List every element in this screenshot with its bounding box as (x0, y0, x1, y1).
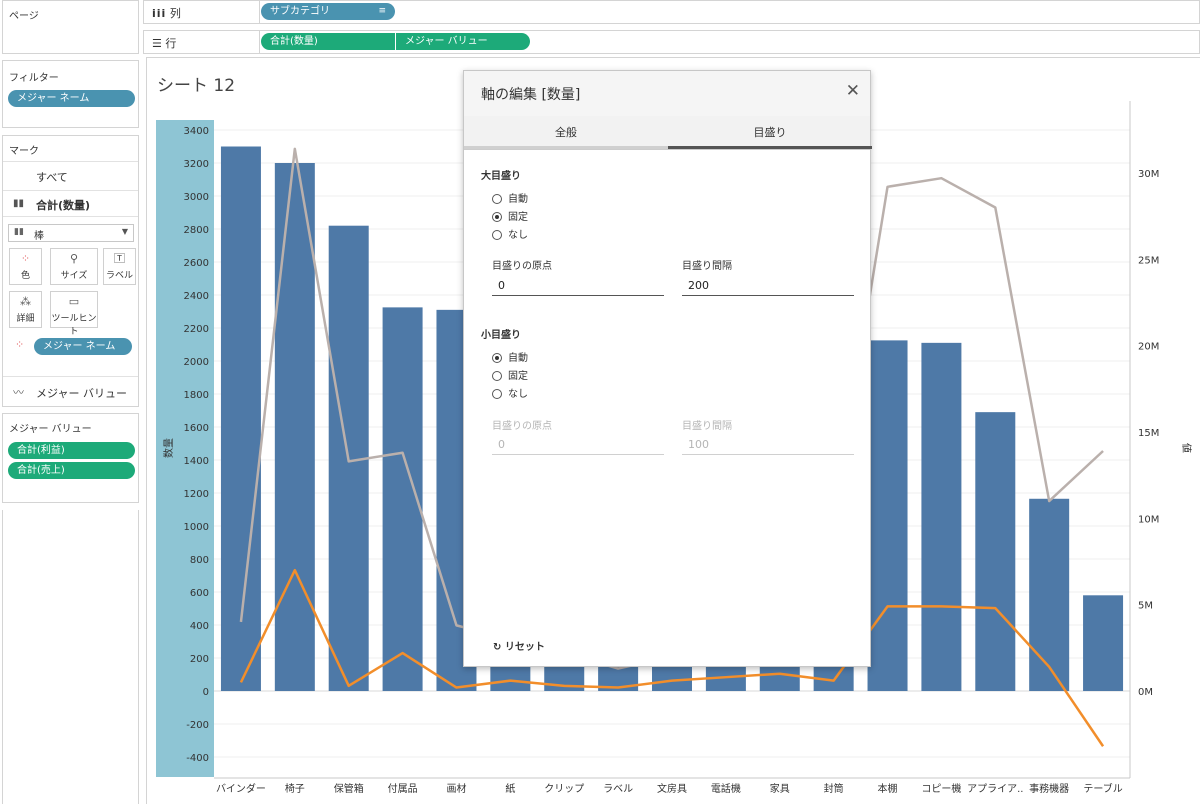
left-tick-label: 1000 (184, 522, 209, 533)
bar[interactable] (220, 146, 261, 692)
x-tick-label[interactable]: 画材 (446, 782, 466, 795)
left-tick-label: 2800 (184, 225, 209, 236)
major-origin-input[interactable]: 0 (492, 275, 664, 296)
x-tick-label[interactable]: アプライア.. (967, 783, 1023, 795)
major-radio-auto-label: 自動 (508, 194, 528, 205)
right-axis-label[interactable]: 値 (1180, 443, 1193, 453)
bar[interactable] (975, 412, 1016, 691)
left-tick-label: 1200 (184, 489, 209, 500)
reset-button[interactable]: ↻ リセット (493, 638, 545, 653)
reset-label: リセット (504, 642, 545, 653)
minor-radio-none-label: なし (508, 389, 528, 400)
right-tick-label: 5M (1138, 601, 1153, 612)
left-tick-label: 3000 (184, 192, 209, 203)
dialog-header: 軸の編集 [数量] ✕ (464, 71, 870, 116)
x-tick-label[interactable]: コピー機 (921, 782, 961, 795)
minor-ticks-title: 小目盛り (481, 330, 521, 341)
minor-radio-none[interactable]: なし (492, 388, 528, 402)
left-tick-label: 600 (190, 588, 209, 599)
radio-selected-icon (492, 353, 502, 363)
x-tick-label[interactable]: 電話機 (711, 782, 741, 795)
right-tick-label: 15M (1138, 428, 1159, 439)
x-tick-label[interactable]: 事務機器 (1029, 782, 1069, 795)
bar[interactable] (274, 163, 315, 691)
major-radio-fixed-label: 固定 (508, 212, 528, 223)
minor-radio-fixed-label: 固定 (508, 371, 528, 382)
close-icon[interactable]: ✕ (846, 81, 860, 101)
x-tick-label[interactable]: 紙 (505, 782, 515, 795)
radio-circle-icon (492, 230, 502, 240)
x-tick-label[interactable]: 付属品 (388, 782, 418, 795)
tab-general[interactable]: 全般 (464, 116, 668, 149)
major-origin-label: 目盛りの原点 (492, 261, 552, 272)
x-axis-ticks: バインダー 椅子 保管箱 付属品 画材 紙 クリップ ラベル 文房具 電話機 家具 封筒 本棚 コピー機ア… (216, 782, 1123, 795)
left-tick-label: -400 (186, 753, 209, 764)
major-interval-label: 目盛り間隔 (682, 261, 732, 272)
minor-interval-label: 目盛り間隔 (682, 421, 732, 432)
major-radio-auto[interactable]: 自動 (492, 193, 528, 207)
reset-icon: ↻ (493, 642, 502, 653)
x-tick-label[interactable]: 文房具 (657, 782, 687, 795)
x-tick-label[interactable]: 椅子 (285, 782, 305, 795)
left-tick-label: 1800 (184, 390, 209, 401)
right-axis-ticks: 30M 25M 20M 15M 10M 5M 0M (1138, 169, 1159, 698)
dialog-title: 軸の編集 [数量] (481, 87, 581, 103)
tab-tick-marks[interactable]: 目盛り (668, 116, 872, 149)
left-tick-label: 0 (203, 687, 209, 698)
major-interval-input[interactable]: 200 (682, 275, 854, 296)
right-tick-label: 30M (1138, 169, 1159, 180)
x-tick-label[interactable]: 家具 (770, 782, 790, 795)
minor-origin-label: 目盛りの原点 (492, 421, 552, 432)
left-tick-label: 1600 (184, 423, 209, 434)
left-tick-label: -200 (186, 720, 209, 731)
major-radio-none-label: なし (508, 230, 528, 241)
left-axis-label[interactable]: 数量 (162, 438, 175, 458)
minor-interval-input: 100 (682, 434, 854, 455)
left-tick-label: 2400 (184, 291, 209, 302)
minor-radio-auto[interactable]: 自動 (492, 352, 528, 366)
right-tick-label: 10M (1138, 514, 1159, 525)
bar[interactable] (1029, 498, 1070, 691)
radio-circle-icon (492, 389, 502, 399)
x-tick-label[interactable]: 本棚 (878, 782, 898, 795)
major-radio-fixed[interactable]: 固定 (492, 211, 528, 225)
left-tick-label: 2600 (184, 258, 209, 269)
right-tick-label: 25M (1138, 255, 1159, 266)
left-tick-label: 800 (190, 555, 209, 566)
radio-selected-icon (492, 212, 502, 222)
major-radio-none[interactable]: なし (492, 229, 528, 243)
left-tick-label: 3200 (184, 159, 209, 170)
bar[interactable] (921, 342, 962, 691)
bar[interactable] (867, 340, 908, 691)
minor-radio-auto-label: 自動 (508, 353, 528, 364)
minor-origin-input: 0 (492, 434, 664, 455)
left-tick-label: 2200 (184, 324, 209, 335)
x-tick-label[interactable]: ラベル (603, 783, 633, 795)
radio-circle-icon (492, 371, 502, 381)
left-tick-label: 1400 (184, 456, 209, 467)
bar[interactable] (1083, 595, 1124, 691)
left-tick-label: 200 (190, 654, 209, 665)
x-tick-label[interactable]: 封筒 (824, 782, 844, 795)
right-tick-label: 20M (1138, 342, 1159, 353)
x-tick-label[interactable]: 保管箱 (334, 782, 364, 795)
x-tick-label[interactable]: バインダー (216, 782, 266, 795)
left-tick-label: 400 (190, 621, 209, 632)
dialog-tabs: 全般 目盛り (464, 116, 872, 150)
right-tick-label: 0M (1138, 687, 1153, 698)
edit-axis-dialog: 軸の編集 [数量] ✕ 全般 目盛り 大目盛り 自動 固定 なし 目盛りの原点 … (463, 70, 872, 667)
x-tick-label[interactable]: クリップ (544, 783, 584, 795)
left-tick-label: 2000 (184, 357, 209, 368)
minor-radio-fixed[interactable]: 固定 (492, 370, 528, 384)
radio-circle-icon (492, 194, 502, 204)
major-ticks-title: 大目盛り (481, 171, 521, 182)
left-tick-label: 3400 (184, 126, 209, 137)
x-tick-label[interactable]: テーブル (1083, 782, 1122, 795)
